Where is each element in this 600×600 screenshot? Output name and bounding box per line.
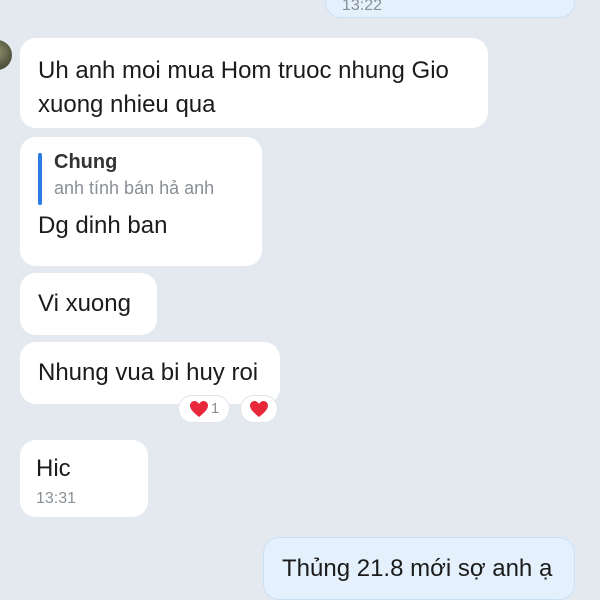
message-timestamp: 13:31 [36, 490, 77, 507]
message-text: Thủng 21.8 mới sợ anh ạ [282, 555, 553, 582]
sent-message-bubble[interactable]: Thủng 21.8 mới sợ anh ạ [263, 537, 575, 600]
message-text: Uh anh moi mua Hom truoc nhung Gio xuong… [38, 57, 449, 118]
received-message-bubble[interactable]: Vi xuong [20, 273, 157, 335]
message-timestamp: 13:22 [342, 0, 383, 14]
reaction-count: 1 [210, 400, 220, 417]
message-text: Hic [36, 455, 71, 482]
heart-icon [250, 401, 268, 417]
reply-message-bubble[interactable]: Chung anh tính bán hả anh Dg dinh ban [20, 137, 262, 266]
received-message-bubble[interactable]: Nhung vua bi huy roi [20, 342, 280, 404]
quote-author: Chung [54, 151, 118, 173]
received-message-bubble[interactable]: Hic 13:31 [20, 440, 148, 517]
sent-message-bubble-top[interactable]: 13:22 [325, 0, 575, 18]
add-reaction-button[interactable] [240, 395, 278, 423]
message-text: Vi xuong [38, 290, 131, 317]
quote-text: anh tính bán hả anh [54, 178, 215, 198]
received-message-bubble[interactable]: Uh anh moi mua Hom truoc nhung Gio xuong… [20, 38, 488, 128]
message-text: Nhung vua bi huy roi [38, 359, 259, 386]
chat-screen: { "messages": { "top_sent": {"time": "13… [0, 0, 600, 600]
reaction-summary[interactable]: 1 [178, 395, 230, 423]
heart-icon [189, 401, 208, 417]
sender-avatar[interactable] [0, 40, 12, 70]
quoted-message[interactable]: Chung anh tính bán hả anh [38, 149, 244, 205]
quote-bar [38, 153, 42, 205]
message-text: Dg dinh ban [38, 212, 168, 239]
